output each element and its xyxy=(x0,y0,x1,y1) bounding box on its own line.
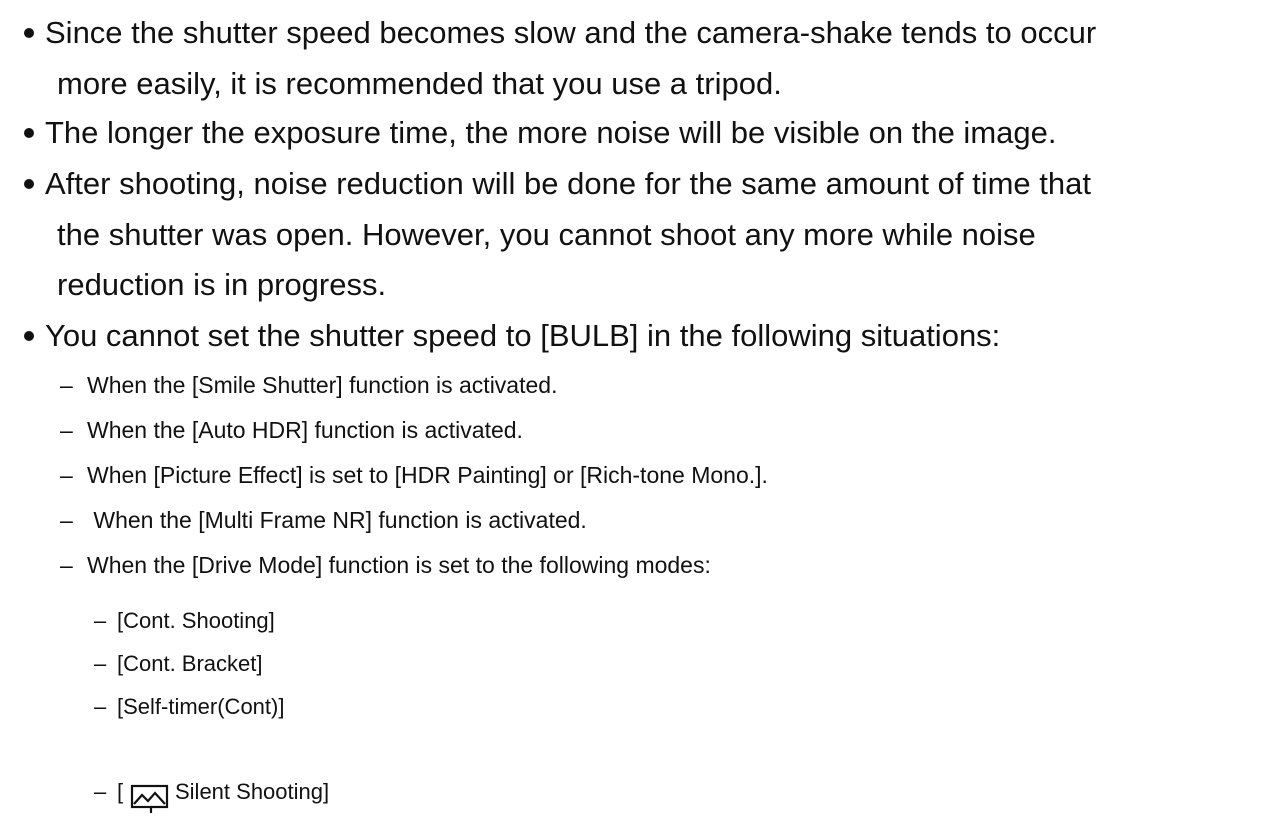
note-1-line-2: more easily, it is recommended that you … xyxy=(57,66,782,101)
mode-open-bracket: [ xyxy=(117,779,124,804)
mode-item: [Self-timer(Cont)] xyxy=(117,694,285,719)
bullet-dot xyxy=(24,28,34,38)
mode-dash: – xyxy=(94,608,107,633)
note-1-line-1: Since the shutter speed becomes slow and… xyxy=(45,15,1097,50)
mode-dash: – xyxy=(94,694,107,719)
situation-dash: – xyxy=(60,417,73,443)
situation-dash: – xyxy=(60,507,73,533)
mode-silent-label: Silent Shooting] xyxy=(175,779,330,804)
bullet-dot xyxy=(24,331,34,341)
bullet-dot xyxy=(24,128,34,138)
note-4-line-1: You cannot set the shutter speed to [BUL… xyxy=(45,318,1001,353)
situation-dash: – xyxy=(60,462,73,488)
mode-item: [Cont. Shooting] xyxy=(117,608,275,633)
situation-item: When [Picture Effect] is set to [HDR Pai… xyxy=(87,462,768,488)
mode-dash: – xyxy=(94,651,107,676)
silent-shooting-glyph xyxy=(130,784,169,813)
note-3-line-2: the shutter was open. However, you canno… xyxy=(57,217,1036,252)
document-page: Since the shutter speed becomes slow and… xyxy=(0,0,1277,820)
mode-dash: – xyxy=(94,779,107,804)
mode-item: [Cont. Bracket] xyxy=(117,651,263,676)
bullet-dot xyxy=(24,179,34,189)
silent-shooting-icon xyxy=(130,782,172,814)
situation-item: When the [Drive Mode] function is set to… xyxy=(87,552,711,578)
note-3-line-3: reduction is in progress. xyxy=(57,267,387,302)
situation-item: When the [Smile Shutter] function is act… xyxy=(87,372,558,398)
situation-dash: – xyxy=(60,372,73,398)
note-2-line-1: The longer the exposure time, the more n… xyxy=(45,115,1057,150)
situation-item: When the [Multi Frame NR] function is ac… xyxy=(87,507,587,533)
note-3-line-1: After shooting, noise reduction will be … xyxy=(45,166,1091,201)
situation-item: When the [Auto HDR] function is activate… xyxy=(87,417,523,443)
situation-dash: – xyxy=(60,552,73,578)
